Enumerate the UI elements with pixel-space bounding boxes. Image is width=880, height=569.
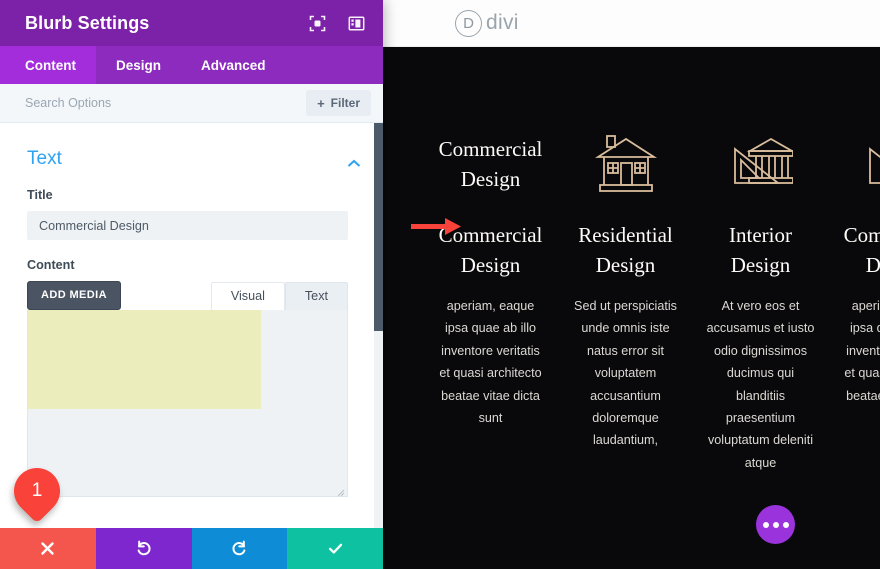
panel-layout-icon[interactable]	[348, 15, 365, 32]
blurb-column-4[interactable]: Commercial Design aperiam, eaque ipsa qu…	[828, 47, 880, 429]
text-section-header[interactable]: Text	[0, 123, 383, 170]
search-input[interactable]	[25, 96, 245, 110]
page-preview: D divi Commercial Design Commercial Desi…	[383, 0, 880, 569]
classical-building-ruler-icon	[693, 125, 828, 203]
panel-action-bar	[0, 528, 383, 569]
blurb-column-2[interactable]: Residential Design Sed ut perspiciatis u…	[558, 47, 693, 452]
filter-label: Filter	[330, 96, 360, 110]
divi-d-mark: D	[455, 9, 482, 37]
tab-advanced[interactable]: Advanced	[181, 46, 286, 84]
editor-tab-visual[interactable]: Visual	[210, 282, 285, 310]
annotation-arrow-icon	[411, 216, 463, 238]
divi-wordmark: divi	[486, 11, 519, 34]
blurb-body: aperiam, eaque ipsa quae ab illo invento…	[439, 298, 542, 425]
content-field-label: Content	[27, 258, 75, 272]
title-field-label: Title	[27, 188, 53, 202]
blurb-title: Interior Design	[729, 223, 792, 278]
blurb-column-1[interactable]: Commercial Design Commercial Design aper…	[423, 47, 558, 429]
blurb-body: Sed ut perspiciatis unde omnis iste natu…	[574, 298, 677, 448]
focus-frame-icon[interactable]	[309, 15, 326, 32]
panel-scrollbar[interactable]	[374, 123, 383, 529]
missing-icon-text: Commercial Design	[438, 136, 543, 191]
settings-tabs: Content Design Advanced	[0, 46, 383, 84]
blurb-body: At vero eos et accusamus et iusto odio d…	[706, 298, 815, 470]
screen-root: D divi Commercial Design Commercial Desi…	[0, 0, 880, 569]
dot-icon	[762, 521, 769, 528]
panel-header-icons	[309, 15, 365, 32]
resize-grip-icon[interactable]	[335, 484, 345, 497]
chevron-up-icon[interactable]	[347, 155, 361, 167]
save-button[interactable]	[287, 528, 383, 569]
callout-number: 1	[31, 480, 43, 501]
tab-design[interactable]: Design	[96, 46, 181, 84]
blurb-columns: Commercial Design Commercial Design aper…	[383, 47, 880, 569]
close-icon	[41, 542, 55, 555]
house-icon	[558, 125, 693, 203]
blurb-body: aperiam, eaque ipsa quae ab illo invento…	[844, 298, 880, 403]
blurb-settings-panel: Blurb Settings Content Design Advanced S…	[0, 0, 383, 569]
panel-header: Blurb Settings	[0, 0, 383, 46]
step-callout-1: 1	[4, 458, 70, 524]
editor-toolbar: ADD MEDIA Visual Text	[27, 281, 348, 310]
blurb-column-3[interactable]: Interior Design At vero eos et accusamus…	[693, 47, 828, 474]
undo-icon	[137, 540, 151, 556]
cancel-button[interactable]	[0, 528, 96, 569]
panel-body: Text Title Commercial Design Content ADD…	[0, 123, 383, 528]
content-editor[interactable]	[27, 310, 348, 497]
plus-icon: +	[317, 95, 325, 111]
selection-highlight	[28, 310, 261, 409]
tab-content[interactable]: Content	[0, 46, 96, 84]
search-bar: + Filter	[0, 84, 383, 123]
title-input[interactable]: Commercial Design	[27, 211, 348, 240]
editor-mode-tabs: Visual Text	[210, 282, 348, 310]
dot-icon	[782, 521, 789, 528]
section-title: Text	[27, 148, 62, 169]
divi-logo: D divi	[455, 9, 519, 37]
classical-building-ruler-icon	[828, 125, 880, 203]
divi-toolbar: D divi	[383, 0, 880, 47]
redo-button[interactable]	[191, 528, 288, 569]
add-media-button[interactable]: ADD MEDIA	[27, 281, 121, 310]
blurb-title: Commercial Design	[843, 223, 880, 278]
blurb-title: Residential Design	[578, 223, 673, 278]
dot-icon	[772, 521, 779, 528]
page-title: Blurb Settings	[25, 12, 150, 33]
editor-tab-text[interactable]: Text	[284, 282, 348, 310]
redo-icon	[232, 540, 246, 556]
panel-scrollbar-thumb[interactable]	[374, 123, 383, 331]
filter-button[interactable]: + Filter	[306, 90, 371, 116]
more-options-button[interactable]	[756, 505, 795, 544]
undo-button[interactable]	[95, 528, 192, 569]
check-icon	[328, 543, 342, 554]
